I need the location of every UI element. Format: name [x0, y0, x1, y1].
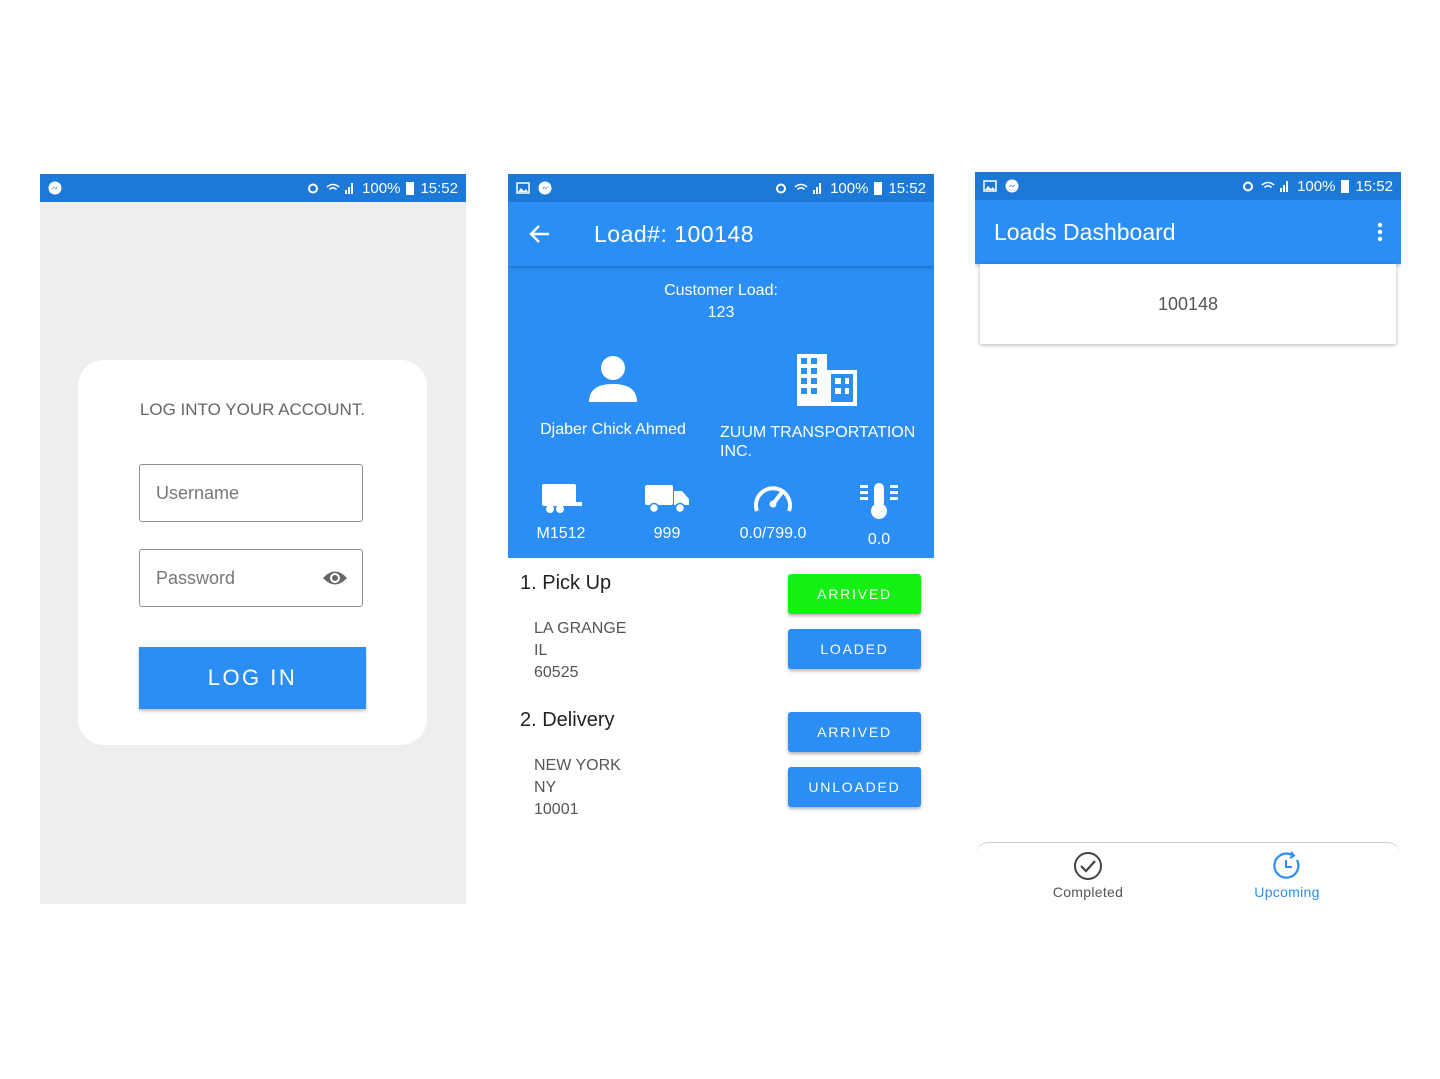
- gallery-icon: [983, 180, 997, 192]
- battery-icon: [406, 182, 415, 195]
- login-card: LOG INTO YOUR ACCOUNT. LOG IN: [78, 360, 427, 745]
- stat-mileage: 0.0/799.0: [728, 482, 818, 543]
- eye-icon[interactable]: [322, 569, 348, 587]
- messenger-icon: [1005, 179, 1019, 193]
- trailer-icon: [542, 484, 582, 513]
- load-summary-panel: Customer Load: 123 Djaber Chick Ahmed ZU…: [508, 266, 934, 558]
- alarm-icon: [308, 183, 319, 194]
- dashboard-title: Loads Dashboard: [994, 218, 1176, 245]
- stop-title-delivery: 2. Delivery: [520, 709, 615, 731]
- battery-percent: 100%: [362, 179, 401, 197]
- alarm-icon: [1243, 181, 1254, 192]
- dashboard-app-bar: Loads Dashboard: [975, 200, 1401, 264]
- stop-address-delivery: NEW YORK NY 10001: [534, 755, 621, 821]
- signal-icon: [326, 183, 354, 194]
- back-button[interactable]: [508, 224, 572, 244]
- stat-temperature: 0.0: [834, 482, 924, 549]
- login-title: LOG INTO YOUR ACCOUNT.: [139, 400, 366, 419]
- temperature-value: 0.0: [867, 531, 891, 548]
- loaded-button[interactable]: LOADED: [788, 629, 921, 669]
- load-title: Load#: 100148: [594, 220, 754, 247]
- battery-percent: 100%: [830, 179, 869, 197]
- username-input[interactable]: [154, 481, 308, 505]
- status-bar: 100% 15:52: [40, 174, 466, 202]
- company-block: ZUUM TRANSPORTATION INC.: [720, 354, 930, 461]
- driver-block: Djaber Chick Ahmed: [528, 356, 698, 439]
- messenger-icon: [538, 181, 552, 195]
- stop-zip: 60525: [534, 664, 579, 681]
- company-name: ZUUM TRANSPORTATION INC.: [720, 424, 916, 460]
- gallery-icon: [516, 182, 530, 194]
- customer-load-label: Customer Load:: [664, 282, 778, 299]
- load-list-item[interactable]: 100148: [980, 264, 1396, 344]
- truck-icon: [645, 485, 689, 514]
- trailer-value: M1512: [536, 525, 586, 542]
- person-icon: [589, 356, 637, 402]
- messenger-icon: [48, 181, 62, 195]
- signal-icon: [1261, 181, 1289, 192]
- bottom-navigation: Completed Upcoming: [975, 842, 1401, 904]
- status-bar: 100% 15:52: [508, 174, 934, 202]
- battery-icon: [1341, 180, 1350, 193]
- stop-city: NEW YORK: [534, 757, 621, 774]
- truck-value: 999: [653, 525, 681, 542]
- upcoming-clock-icon: [1273, 851, 1300, 879]
- stop-city: LA GRANGE: [534, 620, 627, 637]
- clock: 15:52: [888, 179, 926, 197]
- stop-address-pickup: LA GRANGE IL 60525: [534, 618, 626, 684]
- clock: 15:52: [1355, 177, 1393, 195]
- login-button[interactable]: LOG IN: [139, 647, 366, 709]
- signal-icon: [794, 183, 822, 194]
- speedometer-icon: [754, 486, 792, 512]
- unloaded-button[interactable]: UNLOADED: [788, 767, 921, 807]
- more-options-icon[interactable]: [1377, 222, 1383, 242]
- username-field[interactable]: [139, 464, 363, 522]
- stop-title-pickup: 1. Pick Up: [520, 572, 612, 594]
- nav-completed-label: Completed: [1052, 884, 1124, 900]
- login-screen: 100% 15:52 LOG INTO YOUR ACCOUNT. LOG IN: [40, 174, 466, 904]
- mileage-value: 0.0/799.0: [739, 525, 807, 542]
- nav-completed[interactable]: Completed: [1028, 851, 1148, 900]
- pickup-arrived-button[interactable]: ARRIVED: [788, 574, 921, 614]
- thermometer-icon: [860, 483, 898, 519]
- check-circle-icon: [1074, 852, 1102, 880]
- stop-zip: 10001: [534, 801, 579, 818]
- customer-load: Customer Load: 123: [508, 280, 934, 324]
- driver-name: Djaber Chick Ahmed: [540, 421, 686, 438]
- stat-trailer: M1512: [516, 482, 606, 543]
- nav-upcoming[interactable]: Upcoming: [1227, 851, 1347, 900]
- nav-upcoming-label: Upcoming: [1254, 884, 1320, 900]
- stop-state: IL: [534, 642, 548, 659]
- stop-state: NY: [534, 779, 557, 796]
- password-input[interactable]: [154, 566, 308, 590]
- battery-icon: [874, 182, 883, 195]
- back-arrow-icon[interactable]: [529, 224, 551, 244]
- battery-percent: 100%: [1297, 177, 1336, 195]
- dashboard-screen: 100% 15:52 Loads Dashboard 100148 Comple…: [975, 172, 1401, 904]
- load-detail-screen: 100% 15:52 Load#: 100148 Customer Load: …: [508, 174, 934, 824]
- stat-truck: 999: [622, 482, 712, 543]
- load-app-bar: Load#: 100148: [508, 202, 934, 266]
- customer-load-value: 123: [707, 304, 735, 321]
- alarm-icon: [776, 183, 787, 194]
- building-icon: [797, 354, 857, 406]
- clock: 15:52: [420, 179, 458, 197]
- delivery-arrived-button[interactable]: ARRIVED: [788, 712, 921, 752]
- status-bar: 100% 15:52: [975, 172, 1401, 200]
- password-field[interactable]: [139, 549, 363, 607]
